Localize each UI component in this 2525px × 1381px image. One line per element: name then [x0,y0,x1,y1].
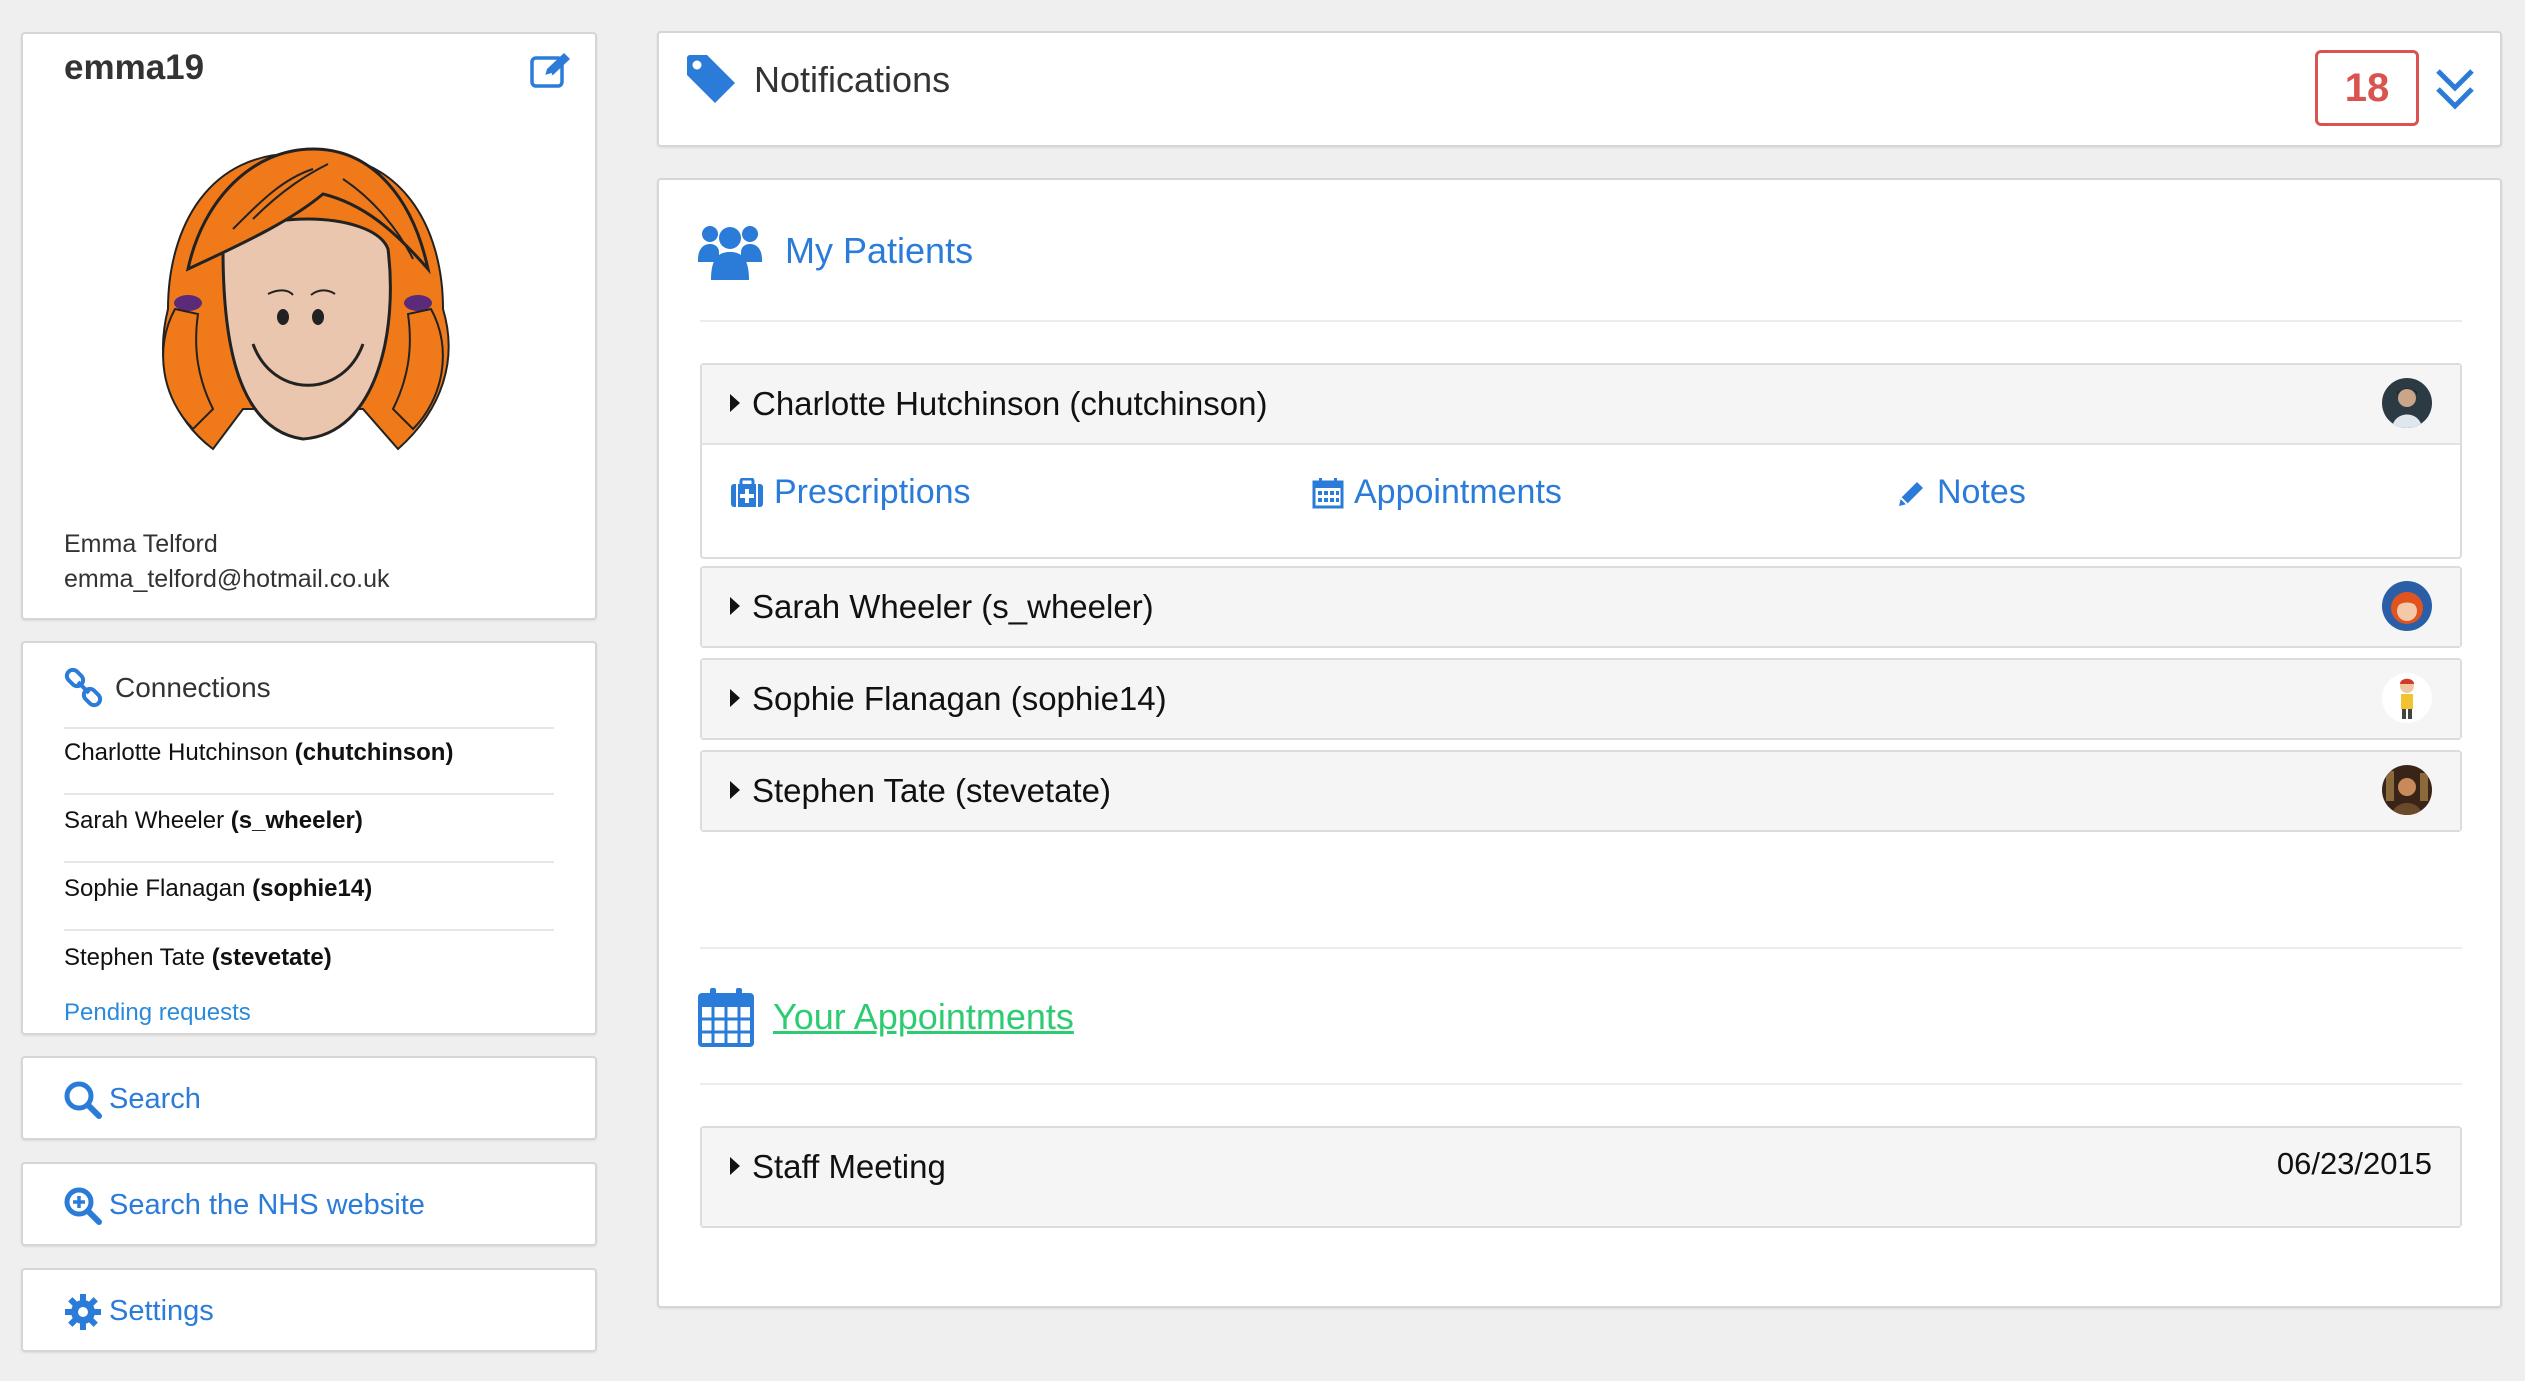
appointment-title: Staff Meeting [752,1148,946,1185]
patient-name: Stephen Tate (stevetate) [752,772,1111,809]
patient-accordion: Charlotte Hutchinson (chutchinson) Presc… [700,363,2462,559]
patient-avatar [2382,673,2432,723]
notifications-panel: Notifications 18 [657,31,2502,147]
link-icon [64,667,103,708]
connection-item[interactable]: Sophie Flanagan (sophie14) [64,875,554,903]
appointment-date: 06/23/2015 [2276,1146,2432,1181]
edit-profile-icon[interactable] [529,50,573,90]
patient-header[interactable]: Stephen Tate (stevetate) [702,752,2460,830]
profile-email: emma_telford@hotmail.co.uk [64,565,390,593]
pencil-icon [1899,481,1923,506]
appointments-header: Your Appointments [697,986,1074,1048]
appointment-header[interactable]: Staff Meeting 06/23/2015 [702,1128,2460,1226]
search-icon [64,1081,102,1119]
patient-avatar [2382,581,2432,631]
patient-header[interactable]: Charlotte Hutchinson (chutchinson) [702,365,2460,443]
appointment-accordion: Staff Meeting 06/23/2015 [700,1126,2462,1228]
prescriptions-label: Prescriptions [774,473,971,511]
caret-right-icon [730,597,740,615]
patient-accordion: Stephen Tate (stevetate) [700,750,2462,832]
prescriptions-link[interactable]: Prescriptions [730,473,971,512]
notes-label: Notes [1937,473,2026,511]
pending-requests-link[interactable]: Pending requests [64,999,251,1027]
patient-name: Sarah Wheeler (s_wheeler) [752,588,1154,625]
caret-right-icon [730,689,740,707]
divider [64,929,554,931]
search-button[interactable]: Search [21,1056,597,1140]
divider [700,1083,2462,1085]
patient-accordion: Sarah Wheeler (s_wheeler) [700,566,2462,648]
username: emma19 [64,48,205,87]
zoom-in-icon [64,1187,102,1225]
notes-link[interactable]: Notes [1897,473,2026,512]
tag-icon [687,55,735,103]
connection-item[interactable]: Charlotte Hutchinson (chutchinson) [64,739,554,767]
connections-panel: Connections Charlotte Hutchinson (chutch… [21,641,597,1035]
patient-actions: Prescriptions Appointments Notes [702,443,2460,557]
appointments-link[interactable]: Appointments [1312,473,1562,512]
search-nhs-button[interactable]: Search the NHS website [21,1162,597,1246]
patient-avatar [2382,765,2432,815]
notification-count-badge[interactable]: 18 [2315,50,2419,126]
divider [700,320,2462,322]
settings-label: Settings [109,1295,214,1327]
my-patients-title: My Patients [785,230,974,271]
notifications-title: Notifications [754,59,951,100]
settings-button[interactable]: Settings [21,1268,597,1352]
connections-header: Connections [63,667,271,709]
patient-header[interactable]: Sophie Flanagan (sophie14) [702,660,2460,738]
divider [700,947,2462,949]
profile-card: emma19 Emma Telford emma_telford@hotmail… [21,32,597,620]
profile-full-name: Emma Telford [64,530,218,558]
patients-header: My Patients [697,220,973,282]
users-icon [698,226,762,280]
divider [64,793,554,795]
patient-avatar [2382,378,2432,428]
calendar-icon [1312,477,1344,508]
patient-header[interactable]: Sarah Wheeler (s_wheeler) [702,568,2460,646]
search-nhs-label: Search the NHS website [109,1189,425,1221]
your-appointments-link[interactable]: Your Appointments [773,996,1074,1038]
gear-icon [65,1294,101,1330]
patient-name: Charlotte Hutchinson (chutchinson) [752,385,1268,422]
divider [64,727,554,729]
caret-right-icon [730,1157,740,1175]
patient-name: Sophie Flanagan (sophie14) [752,680,1167,717]
profile-avatar [162,147,450,451]
main-panel: My Patients Charlotte Hutchinson (chutch… [657,178,2502,1308]
connection-item[interactable]: Sarah Wheeler (s_wheeler) [64,807,554,835]
calendar-icon [698,988,754,1047]
connection-item[interactable]: Stephen Tate (stevetate) [64,944,554,972]
medkit-icon [731,477,763,507]
search-label: Search [109,1083,201,1115]
appointments-label: Appointments [1354,473,1562,511]
caret-right-icon [730,781,740,799]
connections-title: Connections [115,672,271,703]
caret-right-icon [730,394,740,412]
patient-accordion: Sophie Flanagan (sophie14) [700,658,2462,740]
double-chevron-down-icon[interactable] [2432,63,2478,115]
divider [64,861,554,863]
